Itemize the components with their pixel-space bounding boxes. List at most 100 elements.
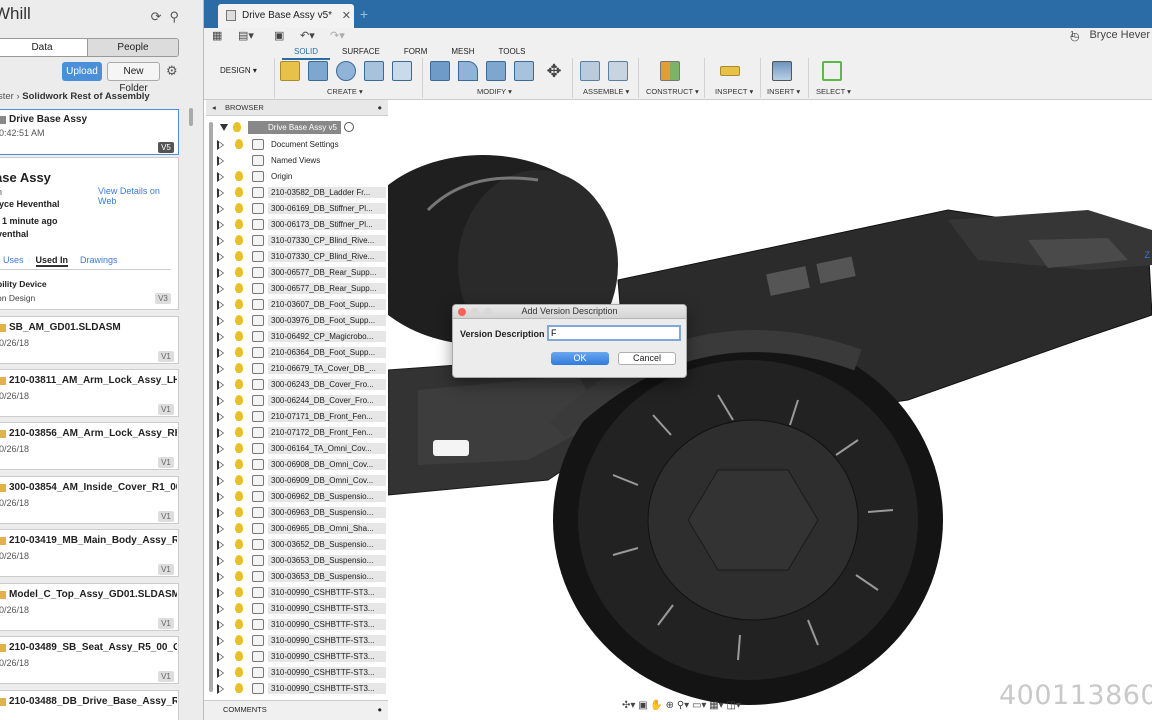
assemble-menu[interactable]: ASSEMBLE ▾ [583, 87, 629, 96]
tab-solid[interactable]: SOLID [282, 46, 331, 60]
new-folder-button[interactable]: New Folder [107, 62, 160, 94]
expand-icon[interactable] [217, 252, 225, 262]
expand-icon[interactable] [217, 652, 225, 662]
offset-plane-icon[interactable] [660, 61, 680, 81]
visibility-icon[interactable] [235, 475, 243, 485]
expand-icon[interactable] [217, 220, 225, 230]
undo-icon[interactable]: ↶▾ [300, 29, 315, 42]
expand-icon[interactable] [217, 636, 225, 646]
browser-component[interactable]: 300-03653_DB_Suspensio... [217, 569, 388, 585]
display-settings-icon[interactable]: ▭▾ [692, 700, 706, 711]
search-icon[interactable]: ⚲ [169, 9, 179, 25]
browser-component[interactable]: 300-06909_DB_Omni_Cov... [217, 473, 388, 489]
inspect-menu[interactable]: INSPECT ▾ [715, 87, 753, 96]
browser-component[interactable]: 310-00990_CSHBTTF-ST3... [217, 585, 388, 601]
browser-component[interactable]: 300-06244_DB_Cover_Fro... [217, 393, 388, 409]
browser-component[interactable]: 210-07171_DB_Front_Fen... [217, 409, 388, 425]
visibility-icon[interactable] [235, 635, 243, 645]
expand-icon[interactable] [217, 476, 225, 486]
create-sketch-icon[interactable] [280, 61, 300, 81]
visibility-icon[interactable] [235, 299, 243, 309]
expand-icon[interactable] [217, 268, 225, 278]
measure-icon[interactable] [720, 66, 740, 76]
expand-icon[interactable] [217, 140, 225, 150]
collapse-icon[interactable]: ◂ [212, 100, 216, 116]
breadcrumb-parent[interactable]: ster [0, 91, 14, 102]
expand-icon[interactable] [217, 236, 225, 246]
view-details-link[interactable]: View Details on Web [98, 186, 178, 206]
tab-drawings[interactable]: Drawings [80, 255, 118, 267]
browser-component[interactable]: 300-03652_DB_Suspensio... [217, 537, 388, 553]
visibility-icon[interactable] [235, 283, 243, 293]
tab-uses[interactable]: Uses [3, 255, 24, 267]
expand-icon[interactable] [217, 540, 225, 550]
visibility-icon[interactable] [235, 251, 243, 261]
expand-icon[interactable] [217, 684, 225, 694]
visibility-icon[interactable] [235, 571, 243, 581]
pin-icon[interactable]: ● [377, 100, 382, 116]
pan-icon[interactable]: ✋ [650, 700, 662, 711]
visibility-icon[interactable] [235, 235, 243, 245]
tab-surface[interactable]: SURFACE [330, 46, 392, 60]
shell-icon[interactable] [514, 61, 534, 81]
visibility-icon[interactable] [235, 667, 243, 677]
visibility-icon[interactable] [235, 619, 243, 629]
expand-icon[interactable] [217, 572, 225, 582]
press-pull-icon[interactable] [430, 61, 450, 81]
dialog-titlebar[interactable]: Add Version Description [453, 305, 686, 319]
grid-menu-icon[interactable]: ▦ [212, 29, 222, 42]
tab-used-in[interactable]: Used In [35, 255, 69, 267]
used-in-item-name[interactable]: bility Device [0, 279, 47, 289]
ok-button[interactable]: OK [551, 352, 609, 365]
expand-icon[interactable] [217, 428, 225, 438]
expand-icon[interactable] [217, 508, 225, 518]
expand-icon[interactable] [217, 396, 225, 406]
expand-icon[interactable] [217, 188, 225, 198]
visibility-icon[interactable] [235, 139, 243, 149]
viewports-icon[interactable]: ◫▾ [726, 700, 740, 711]
browser-folder[interactable]: Origin [217, 169, 388, 185]
tab-mesh[interactable]: MESH [439, 46, 486, 60]
browser-component[interactable]: 210-06679_TA_Cover_DB_... [217, 361, 388, 377]
visibility-icon[interactable] [235, 187, 243, 197]
visibility-icon[interactable] [235, 443, 243, 453]
visibility-icon[interactable] [235, 171, 243, 181]
browser-root[interactable]: Drive Base Assy v5 [220, 121, 388, 135]
expand-icon[interactable] [217, 284, 225, 294]
expand-icon[interactable] [217, 524, 225, 534]
comments-bar[interactable]: COMMENTS ● [204, 700, 388, 720]
browser-component[interactable]: 300-06243_DB_Cover_Fro... [217, 377, 388, 393]
expand-icon[interactable] [217, 444, 225, 454]
file-card[interactable]: 210-03488_DB_Drive_Base_Assy_R5_... [0, 690, 179, 720]
select-menu[interactable]: SELECT ▾ [816, 87, 851, 96]
visibility-icon[interactable] [235, 427, 243, 437]
browser-component[interactable]: 310-00990_CSHBTTF-ST3... [217, 681, 388, 697]
expand-icon[interactable] [217, 300, 225, 310]
expand-icon[interactable] [217, 156, 225, 166]
browser-component[interactable]: 310-00990_CSHBTTF-ST3... [217, 649, 388, 665]
orbit-icon[interactable]: ✣▾ [622, 700, 635, 711]
expand-icon[interactable] [217, 588, 225, 598]
visibility-icon[interactable] [235, 395, 243, 405]
browser-component[interactable]: 310-07330_CP_Blind_Rive... [217, 233, 388, 249]
browser-component[interactable]: 300-06908_DB_Omni_Cov... [217, 457, 388, 473]
visibility-icon[interactable] [235, 587, 243, 597]
expand-icon[interactable] [217, 204, 225, 214]
expand-icon[interactable] [217, 668, 225, 678]
file-card-selected[interactable]: Drive Base Assy 0:42:51 AM V5 [0, 109, 179, 155]
file-card[interactable]: 210-03856_AM_Arm_Lock_Assy_RH_... 0/26/18… [0, 422, 179, 470]
browser-component[interactable]: 310-00990_CSHBTTF-ST3... [217, 665, 388, 681]
refresh-icon[interactable]: ⟳ [151, 9, 162, 25]
select-icon[interactable] [822, 61, 842, 81]
insert-image-icon[interactable] [772, 61, 792, 81]
workspace-switcher[interactable]: DESIGN ▾ [220, 66, 257, 75]
fillet-icon[interactable] [458, 61, 478, 81]
visibility-icon[interactable] [235, 539, 243, 549]
data-panel-scrollbar[interactable] [189, 108, 193, 126]
visibility-icon[interactable] [235, 555, 243, 565]
visibility-icon[interactable] [235, 459, 243, 469]
browser-component[interactable]: 300-06164_TA_Omni_Cov... [217, 441, 388, 457]
gear-icon[interactable]: ⚙ [166, 63, 178, 79]
fit-icon[interactable]: ⚲▾ [677, 700, 689, 711]
visibility-icon[interactable] [235, 683, 243, 693]
